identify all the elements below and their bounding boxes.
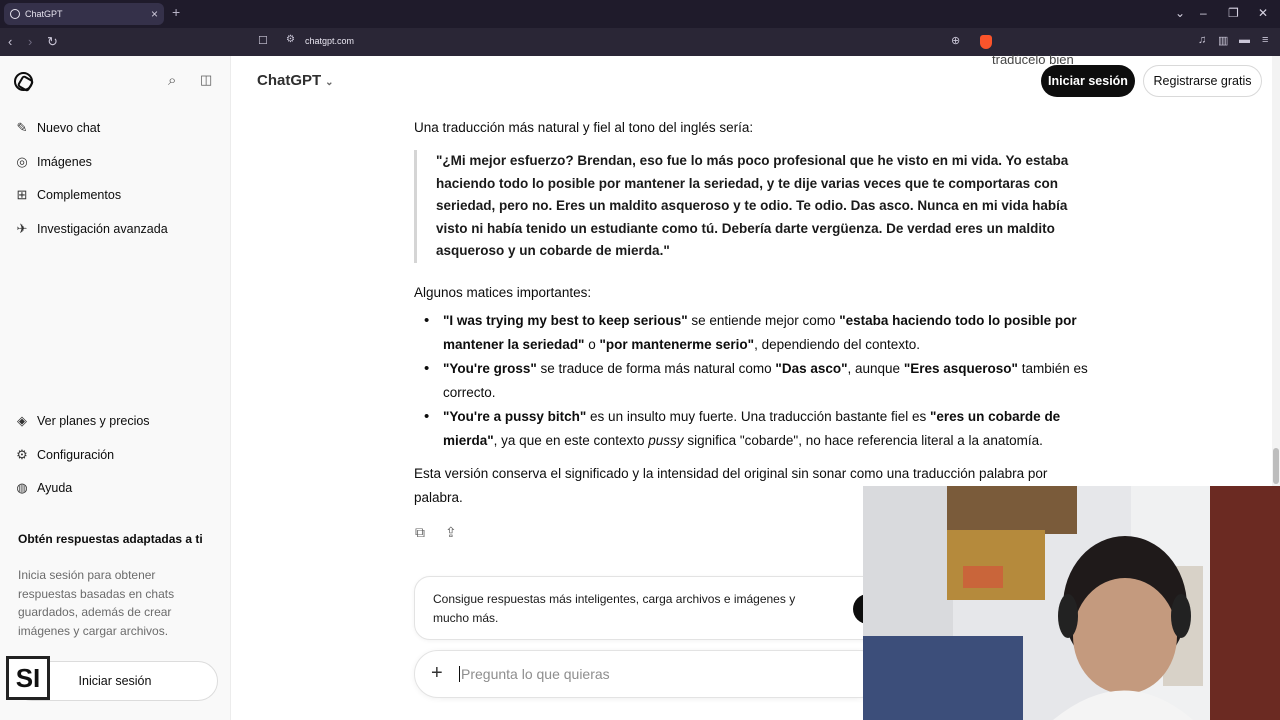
sidebar-item-label: Configuración [37, 448, 115, 462]
notes-list: "I was trying my best to keep serious" s… [424, 309, 1096, 453]
upsell-text: Consigue respuestas más inteligentes, ca… [433, 592, 796, 625]
sidebar-item-plans[interactable]: ◈ Ver planes y precios [14, 410, 150, 432]
login-button[interactable]: Iniciar sesión [1041, 65, 1135, 97]
list-item: "You're gross" se traduce de forma más n… [424, 357, 1096, 405]
list-item: "You're a pussy bitch" es un insulto muy… [424, 405, 1096, 453]
sidebar-item-images[interactable]: ◎ Imágenes [14, 151, 92, 173]
sidebar-item-label: Complementos [37, 188, 122, 202]
promo-title: Obtén respuestas adaptadas a ti [18, 532, 203, 546]
sidebar-item-settings[interactable]: ⚙ Configuración [14, 444, 114, 466]
telescope-icon: ✈ [16, 221, 28, 236]
zoom-icon[interactable]: ⊕ [951, 34, 960, 47]
sidebar-item-label: Ayuda [37, 481, 73, 495]
reload-icon[interactable]: ↻ [47, 34, 58, 50]
sidebar-item-new-chat[interactable]: ✎ Nuevo chat [14, 117, 101, 139]
channel-watermark-logo: SI [6, 656, 50, 700]
new-tab-button[interactable]: + [172, 4, 180, 20]
site-info-icon[interactable]: ⚙ [286, 34, 295, 45]
register-button[interactable]: Registrarse gratis [1143, 65, 1262, 97]
bookmark-icon[interactable]: ☐ [258, 34, 268, 47]
sidebar-panel-icon[interactable]: ▥ [1218, 34, 1228, 47]
forward-icon[interactable]: › [28, 34, 32, 49]
minimize-icon[interactable]: – [1200, 6, 1207, 20]
browser-toolbar: ‹ › ↻ ☐ ⚙ chatgpt.com ⊕ ♫ ▥ ▬ ≡ [0, 28, 1280, 56]
share-icon[interactable]: ⇪ [445, 524, 457, 541]
tab-list-chevron-icon[interactable]: ⌄ [1175, 6, 1185, 20]
webcam-feed-image [863, 486, 1280, 720]
edit-icon: ✎ [16, 120, 28, 135]
sidebar-item-help[interactable]: ◍ Ayuda [14, 477, 72, 499]
plans-icon: ◈ [17, 413, 27, 428]
sidebar-item-label: Ver planes y precios [37, 414, 150, 428]
search-icon[interactable]: ⌕ [168, 72, 176, 89]
scrollbar-thumb[interactable] [1273, 448, 1279, 484]
toggle-sidebar-icon[interactable]: ◫ [200, 72, 212, 88]
chatgpt-favicon-icon [10, 9, 20, 19]
back-icon[interactable]: ‹ [8, 34, 12, 49]
translation-quote: "¿Mi mejor esfuerzo? Brendan, eso fue lo… [414, 150, 1094, 263]
menu-icon[interactable]: ≡ [1262, 34, 1268, 46]
sidebar-item-plugins[interactable]: ⊞ Complementos [14, 184, 122, 206]
response-intro: Una traducción más natural y fiel al ton… [414, 120, 754, 135]
browser-tab[interactable]: ChatGPT × [4, 3, 164, 25]
sidebar: ⌕ ◫ ✎ Nuevo chat ◎ Imágenes ⊞ Complement… [0, 56, 231, 720]
address-bar[interactable]: chatgpt.com [305, 36, 354, 46]
model-selector[interactable]: ChatGPT ⌄ [257, 72, 334, 89]
plus-icon[interactable]: + [431, 662, 443, 685]
list-item: "I was trying my best to keep serious" s… [424, 309, 1096, 357]
prompt-input[interactable]: Pregunta lo que quieras [459, 666, 610, 682]
model-name: ChatGPT [257, 72, 322, 89]
sidebar-item-label: Investigación avanzada [37, 222, 168, 236]
notes-title: Algunos matices importantes: [414, 285, 592, 300]
sidebar-item-label: Imágenes [37, 155, 92, 169]
promo-text: Inicia sesión para obtener respuestas ba… [18, 568, 175, 638]
window-close-icon[interactable]: ✕ [1258, 6, 1268, 20]
help-icon: ◍ [16, 480, 28, 495]
upsell-card: Consigue respuestas más inteligentes, ca… [414, 576, 884, 640]
wallet-icon[interactable]: ▬ [1239, 34, 1250, 46]
image-icon: ◎ [16, 154, 28, 169]
restore-icon[interactable]: ❐ [1228, 6, 1239, 20]
sidebar-item-deep-research[interactable]: ✈ Investigación avanzada [14, 218, 168, 240]
media-icon[interactable]: ♫ [1198, 34, 1206, 46]
close-tab-icon[interactable]: × [151, 7, 158, 21]
copy-icon[interactable]: ⧉ [415, 524, 425, 541]
gear-icon: ⚙ [16, 447, 28, 462]
webcam-overlay [863, 486, 1280, 720]
sidebar-item-label: Nuevo chat [37, 121, 101, 135]
openai-logo-icon[interactable] [14, 72, 33, 91]
message-composer[interactable]: + Pregunta lo que quieras [414, 650, 884, 698]
browser-tab-bar: ChatGPT × + ⌄ – ❐ ✕ [0, 0, 1280, 28]
grid-icon: ⊞ [16, 187, 28, 202]
tab-title: ChatGPT [25, 9, 63, 19]
brave-shield-icon[interactable] [980, 35, 992, 49]
chevron-down-icon: ⌄ [325, 77, 334, 88]
